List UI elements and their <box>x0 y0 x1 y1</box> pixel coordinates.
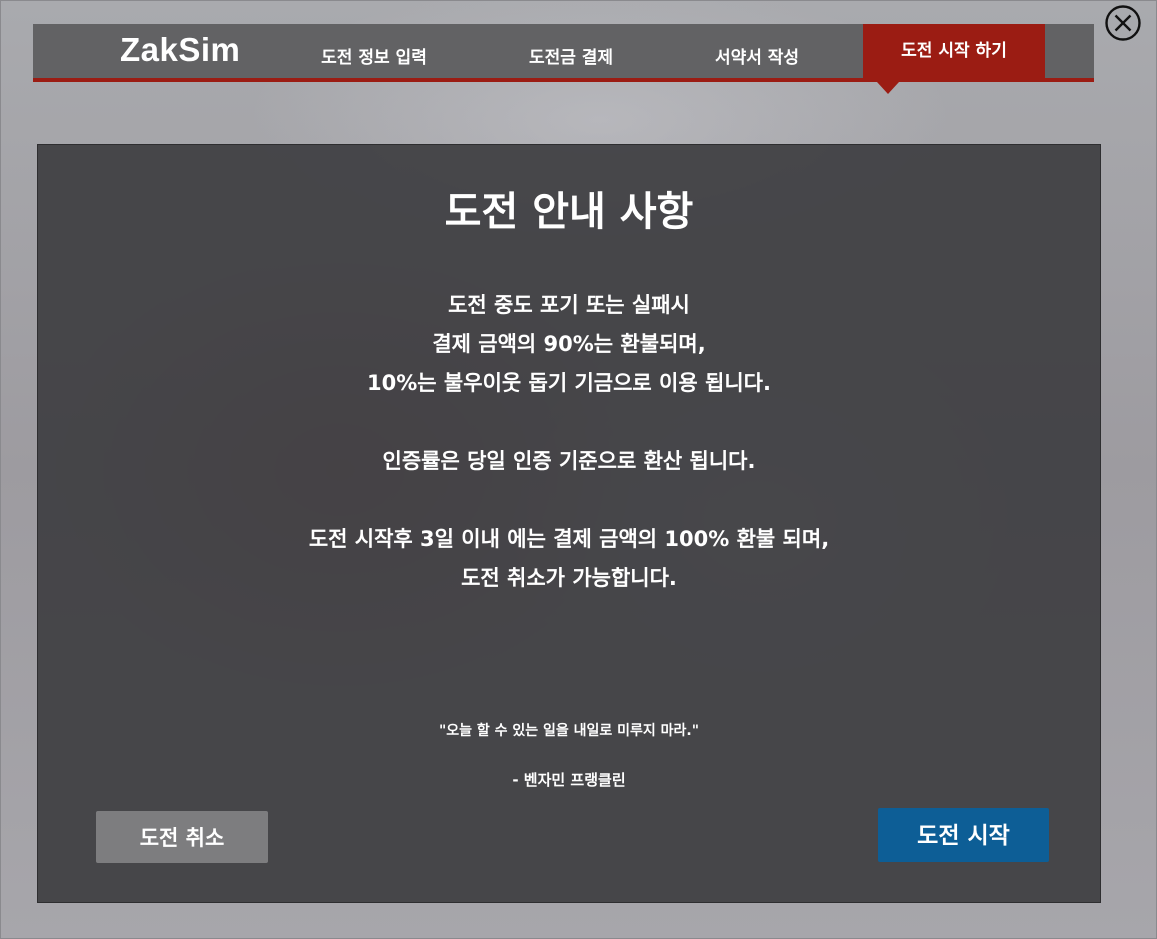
quote-author: - 벤자민 프랭클린 <box>512 771 626 789</box>
notice-title: 도전 안내 사항 <box>444 189 694 235</box>
notice-line: 도전 중도 포기 또는 실패시 <box>448 293 690 317</box>
challenge-notice-panel: 도전 안내 사항 도전 중도 포기 또는 실패시 결제 금액의 90%는 환불되… <box>37 144 1101 903</box>
tab-challenge-info[interactable]: 도전 정보 입력 <box>301 46 447 70</box>
close-button[interactable] <box>1104 4 1142 42</box>
notice-line: 도전 시작후 3일 이내 에는 결제 금액의 100% 환불 되며, <box>308 527 830 551</box>
tab-pledge[interactable]: 서약서 작성 <box>684 46 830 70</box>
brand-logo: ZakSim <box>120 31 241 68</box>
cancel-challenge-button[interactable]: 도전 취소 <box>96 811 268 863</box>
verification-rate-text: 인증률은 당일 인증 기준으로 환산 됩니다. <box>38 442 1100 481</box>
close-icon <box>1105 5 1141 41</box>
cancellation-policy-text: 도전 시작후 3일 이내 에는 결제 금액의 100% 환불 되며, 도전 취소… <box>38 520 1100 598</box>
top-nav-bar: ZakSim 도전 정보 입력 도전금 결제 서약서 작성 도전 시작 하기 <box>33 24 1094 94</box>
start-challenge-button[interactable]: 도전 시작 <box>878 808 1049 862</box>
quote-text: "오늘 할 수 있는 일을 내일로 미루지 마라." <box>438 723 700 739</box>
tab-challenge-payment[interactable]: 도전금 결제 <box>498 46 644 70</box>
notice-line: 인증률은 당일 인증 기준으로 환산 됩니다. <box>382 449 756 473</box>
refund-policy-text: 도전 중도 포기 또는 실패시 결제 금액의 90%는 환불되며, 10%는 불… <box>38 286 1100 403</box>
notice-line: 결제 금액의 90%는 환불되며, <box>432 332 706 356</box>
notice-line: 도전 취소가 가능합니다. <box>461 566 677 590</box>
tab-start-challenge[interactable]: 도전 시작 하기 <box>863 24 1045 94</box>
notice-line: 10%는 불우이웃 돕기 기금으로 이용 됩니다. <box>367 371 771 395</box>
